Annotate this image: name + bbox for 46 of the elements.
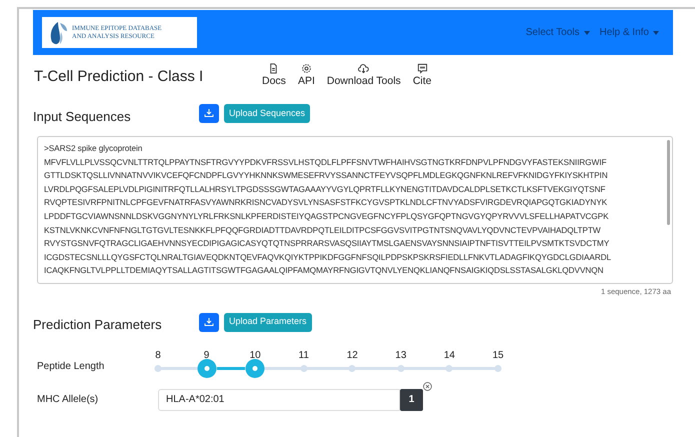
count-badge: 1 bbox=[400, 388, 423, 411]
download-icon bbox=[204, 317, 214, 327]
tick-label: 15 bbox=[492, 348, 504, 363]
sequence-line: MFVFLVLLPLVSSQCVNLTTRTQLPPAYTNSFTRGVYYPDKVFRSSVLHSTQDLFLPFFSNVTWFHAIHVSGTNGTKRFDNPVLPFNDGVYFASTEKSNIIRGWIF bbox=[44, 156, 608, 169]
tick-label: 14 bbox=[444, 348, 455, 363]
document-icon bbox=[268, 63, 280, 74]
slider-range bbox=[216, 366, 246, 370]
sequence-line: KSTNLVKNKCVNFNFNGLTGTGVLTESNKKFLPFQQFGRDIADTTDAVRDPQTLEILDITPCSFGGVSVITPGTNTSNQVAVLYQDVNCTEVPVAIHADQLTPTW bbox=[44, 224, 602, 237]
close-icon[interactable] bbox=[423, 382, 432, 391]
sequence-line: ICAQKFNGLTVLPPLLTDEMIAQYTSALLAGTITSGWTFGAGAALQIPFAMQMAYRFNGIGVTQNVLYENQKLIANQFNSAIGKIQDSLSSTASALGKLQDVVNQN bbox=[44, 264, 604, 278]
sequence-line: ICGDSTECSNLLLQYGSFCTQLNRALTGIAVEQDKNTQEVFAQVKQIYKTPPIKDFGGFNFSQILPDPSKPSKRSFIEDLLFNKVTLADAGFIKQYGDCLGDIAARDL bbox=[44, 250, 612, 264]
scrollbar[interactable] bbox=[667, 140, 670, 225]
sequence-line: LVRDLPQGFSALEPLVDLPIGINITRFQTLLALHRSYLTPGDSSSGWTAGAAAYYVGYLQPRTFLLKYNENGTITDAVDCALDPLSETKCTLKSFTVEKGIYQTSNF bbox=[44, 182, 606, 196]
download-button[interactable] bbox=[199, 104, 219, 123]
download-icon bbox=[204, 108, 214, 118]
field-label: MHC Allele(s) bbox=[37, 393, 100, 408]
slider-handle[interactable] bbox=[197, 358, 216, 378]
tick-label: 10 bbox=[250, 348, 261, 363]
section-heading: Input Sequences bbox=[33, 108, 132, 126]
sequence-line: GTTLDSKTQSLLIVNNATNVVIKVCEFQFCNDPFLGVYYHKNNKSWMESEFRVYSSANNCTFEYVSQPFLMDLEGKQGNFKNLREFVFKNIDGYFKIYSKHTPIN bbox=[44, 169, 609, 182]
sequence-line: RVYSTGSNVFQTRAGCLIGAEHVNNSYECDIPIGAGICASYQTQTNSPRRARSVASQSIIAYTMSLGAENSVAYSNNSIAIPTNFTISVTTEILPVSMTKTSVDCTMY bbox=[44, 237, 610, 250]
tick-label: 8 bbox=[155, 348, 161, 363]
allele-input[interactable]: HLA-A*02:01 bbox=[158, 388, 400, 411]
sequence-textarea[interactable] bbox=[37, 136, 673, 284]
section-heading: Prediction Parameters bbox=[33, 316, 163, 334]
tick-label: 11 bbox=[298, 348, 309, 363]
nav-link[interactable]: API bbox=[298, 63, 315, 88]
tick-label: 12 bbox=[346, 348, 358, 363]
quote-icon bbox=[416, 63, 428, 74]
logo-icon bbox=[48, 20, 68, 46]
field-label: Peptide Length bbox=[37, 360, 106, 374]
cloud-download-icon bbox=[358, 63, 370, 74]
sequence-line: >SARS2 spike glycoprotein bbox=[44, 142, 144, 155]
tick-label: 9 bbox=[204, 348, 210, 363]
download-button[interactable] bbox=[199, 312, 219, 332]
tick-label: 13 bbox=[395, 348, 406, 363]
page-title: T-Cell Prediction - Class I bbox=[34, 67, 204, 87]
nav-link[interactable]: Docs bbox=[262, 63, 286, 88]
nav-link[interactable]: Cite bbox=[412, 63, 432, 88]
nav-link[interactable]: Download Tools bbox=[326, 63, 401, 88]
sequence-line: RVQPTESIVRFPNITNLCPFGEVFNATRFASVYAWNRKRISNCVADYSVLYNSASFSTFKCYGVSPTKLNDLCFTNVYADSFVIRGDEVRQIAPGQTGKIADYNYK bbox=[44, 196, 608, 210]
caret-icon bbox=[653, 30, 659, 34]
gear-icon bbox=[300, 63, 312, 74]
slider-handle[interactable] bbox=[246, 358, 265, 378]
caret-icon bbox=[584, 30, 590, 34]
sequence-line: LPDDFTGCVIAWNSNNLDSKVGGNYNYLYRLFRKSNLKPFERDISTEIYQAGSTPCNGVEGFNCYFPLQSYGFQPTNGVGYQPYRVVVLSFELLHAPATVCGPK bbox=[44, 210, 610, 223]
